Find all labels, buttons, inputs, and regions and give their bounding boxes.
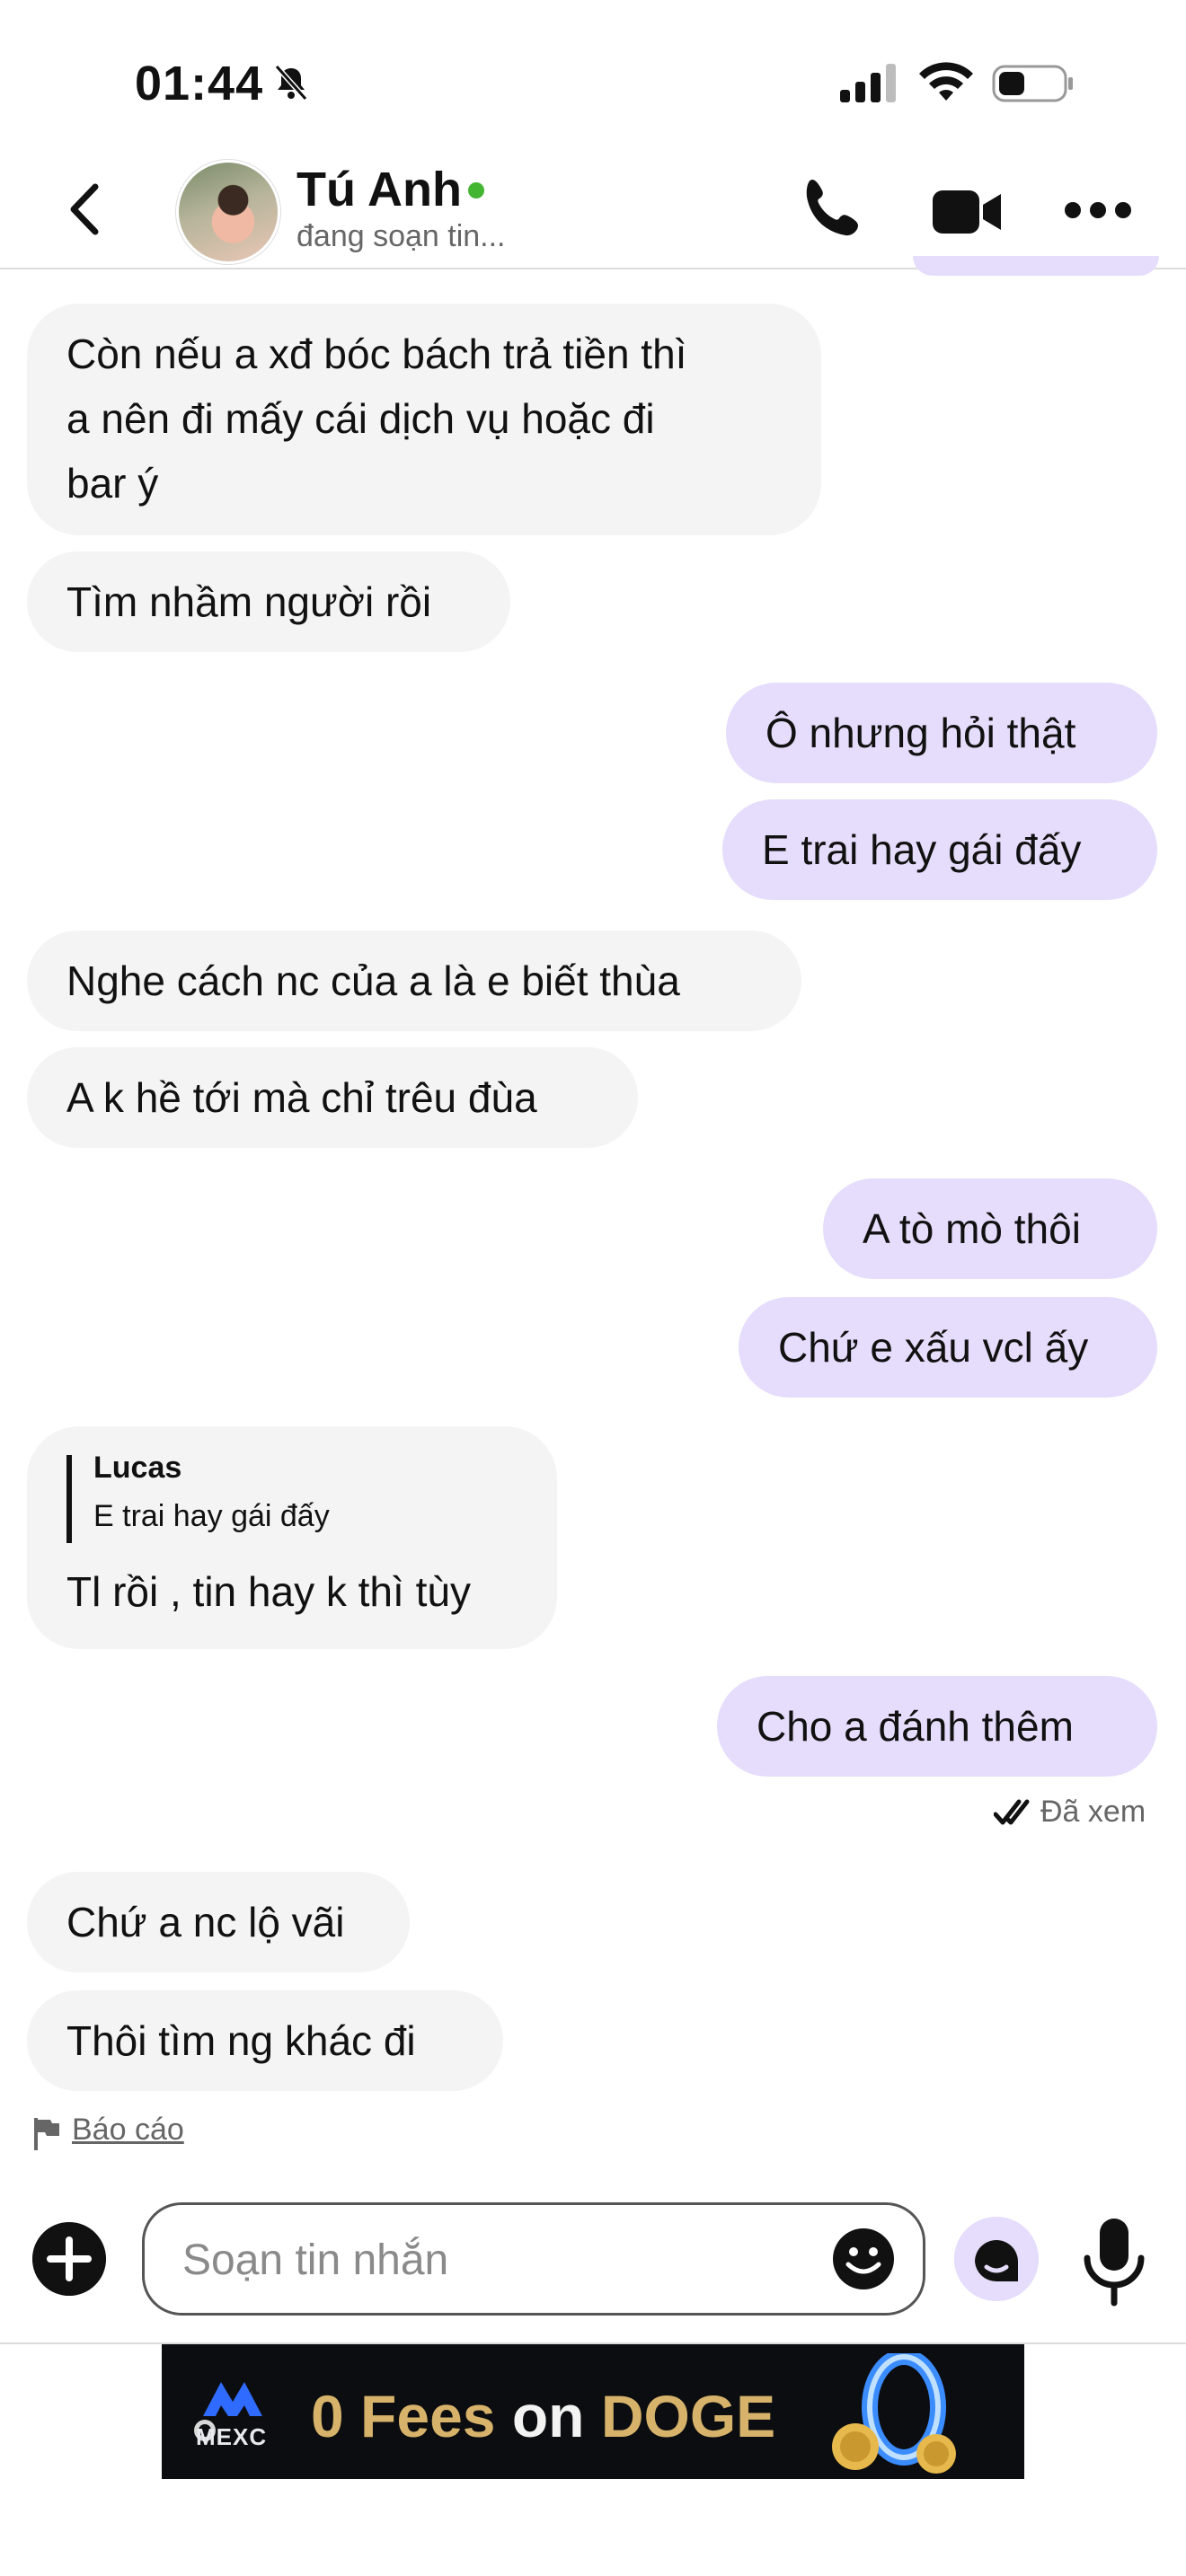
zero-coins-graphic [832,2353,956,2474]
message-bubble[interactable]: A k hề tới mà chỉ trêu đùa [27,1047,638,1148]
back-chevron-icon[interactable] [63,180,106,239]
seen-status: Đã xem [1040,1795,1146,1829]
ad-headline-part: 0 Fees [311,2383,496,2449]
message-text: Chứ a nc lộ vãi [66,1899,345,1945]
message-text: Nghe cách nc của a là e biết thùa [66,957,680,1004]
double-check-icon [994,1799,1030,1825]
message-bubble[interactable]: Thôi tìm ng khác đi [27,1990,503,2091]
bell-muted-icon [274,65,308,101]
message-bubble-outgoing[interactable]: Chứ e xấu vcl ấy [739,1297,1157,1398]
ad-banner[interactable]: MEXC 0 Fees on DOGE [162,2344,1024,2479]
wifi-icon [919,62,973,101]
message-text: Ô nhưng hỏi thật [766,710,1076,756]
online-indicator [468,182,484,198]
contact-name[interactable]: Tú Anh [296,162,462,217]
ad-headline-part: DOGE [600,2383,776,2449]
message-text: Tìm nhầm người rồi [66,578,432,625]
message-text-line: Còn nếu a xđ bóc bách trả tiền thì [66,331,687,377]
sticker-icon[interactable] [954,2217,1039,2301]
status-time: 01:44 [135,57,264,110]
add-attachment-button[interactable] [32,2222,106,2296]
battery-icon [992,65,1073,102]
ad-brand: MEXC [196,2423,268,2450]
message-bubble-outgoing[interactable]: Cho a đánh thêm [717,1676,1157,1777]
message-bubble-outgoing[interactable]: E trai hay gái đấy [722,799,1157,900]
avatar[interactable] [176,160,280,264]
ad-headline: 0 Fees on DOGE [311,2382,775,2450]
message-bubble-outgoing[interactable]: Ô nhưng hỏi thật [726,683,1157,783]
message-text: Chứ e xấu vcl ấy [778,1324,1089,1371]
message-text: A tò mò thôi [863,1205,1081,1252]
message-input[interactable] [181,2232,813,2288]
phone-call-icon[interactable] [800,176,868,244]
message-text: E trai hay gái đấy [762,826,1082,873]
message-text: Thôi tìm ng khác đi [66,2017,416,2064]
message-bubble-partial [913,256,1159,276]
report-link[interactable]: Báo cáo [72,2113,184,2148]
quoted-sender-name: Lucas [93,1451,182,1485]
message-bubble[interactable]: Chứ a nc lộ vãi [27,1872,410,1972]
cellular-signal-icon [840,64,896,102]
message-text-line: a nên đi mấy cái dịch vụ hoặc đi [66,395,655,442]
video-call-icon[interactable] [931,185,1003,239]
quote-bar [66,1455,72,1543]
message-bubble-outgoing[interactable]: A tò mò thôi [823,1178,1157,1279]
microphone-icon[interactable] [1080,2215,1148,2308]
message-text: A k hề tới mà chỉ trêu đùa [66,1074,537,1121]
flag-icon [34,2118,59,2150]
emoji-icon[interactable] [831,2227,896,2291]
message-bubble[interactable]: Nghe cách nc của a là e biết thùa [27,931,801,1031]
typing-status: đang soạn tin... [296,219,506,253]
message-bubble[interactable]: Còn nếu a xđ bóc bách trả tiền thì a nên… [27,304,821,535]
message-text: Cho a đánh thêm [757,1703,1074,1750]
message-text-line: bar ý [66,460,159,507]
message-input-container [142,2202,925,2316]
reply-message-bubble[interactable]: Lucas E trai hay gái đấy Tl rồi , tin ha… [27,1426,557,1649]
more-options-icon[interactable] [1064,198,1132,223]
quoted-message-text: E trai hay gái đấy [93,1499,330,1533]
ad-headline-part: on [511,2383,585,2449]
message-bubble[interactable]: Tìm nhầm người rồi [27,551,510,652]
message-text: Tl rồi , tin hay k thì tùy [66,1568,471,1615]
